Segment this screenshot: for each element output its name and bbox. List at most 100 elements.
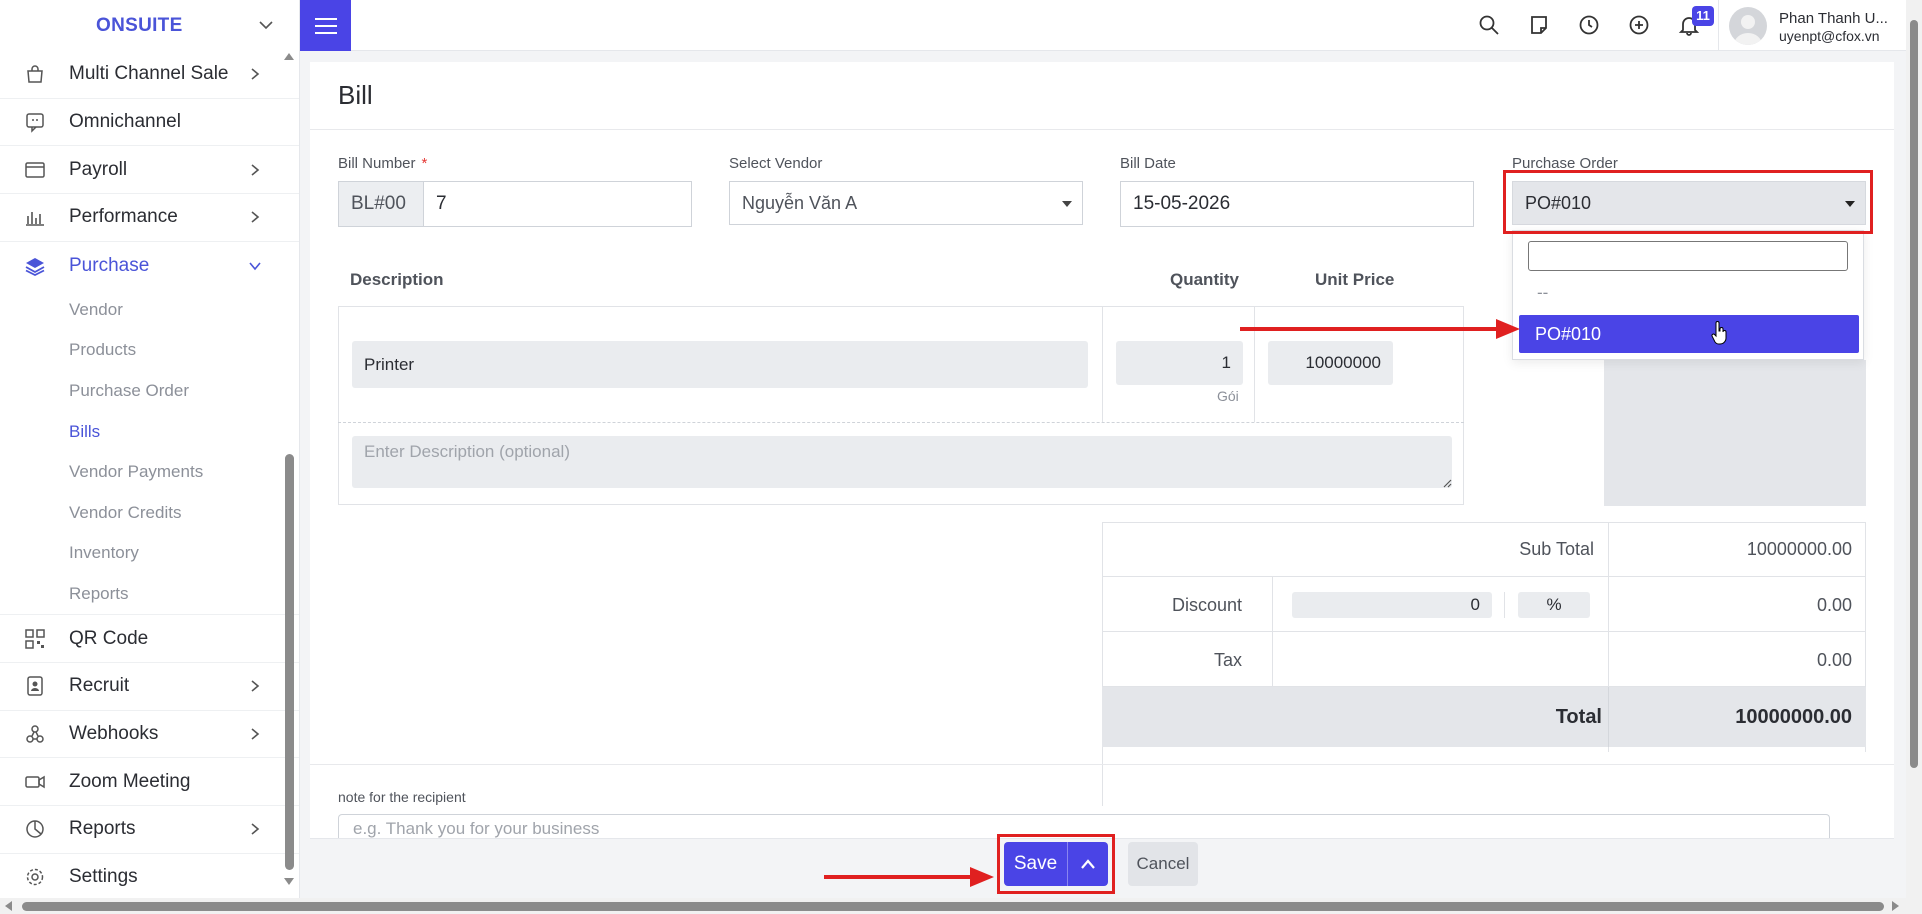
divider	[1254, 306, 1255, 422]
dropdown-search-input[interactable]	[1528, 241, 1848, 271]
note-icon[interactable]	[1528, 14, 1550, 36]
sidebar-item-recruit[interactable]: Recruit	[0, 663, 299, 711]
sidebar-item-label: Zoom Meeting	[69, 770, 191, 792]
sidebar-subitem-reports[interactable]: Reports	[0, 574, 299, 615]
bill-number-label-text: Bill Number	[338, 155, 416, 172]
menu-icon	[314, 17, 337, 20]
discount-row: Discount 0 % 0.00	[1102, 577, 1866, 632]
bill-number-label: Bill Number *	[338, 155, 427, 172]
sidebar-subitem-products[interactable]: Products	[0, 330, 299, 371]
vendor-select[interactable]: Nguyễn Văn A	[729, 181, 1083, 225]
total-row: Total 10000000.00	[1102, 687, 1866, 747]
cancel-button[interactable]: Cancel	[1128, 842, 1198, 886]
item-extra-description-textarea[interactable]: Enter Description (optional)	[352, 436, 1452, 488]
sidebar-item-zoom-meeting[interactable]: Zoom Meeting	[0, 758, 299, 806]
resize-handle-icon[interactable]	[1442, 478, 1452, 488]
chevron-down-icon[interactable]	[258, 17, 274, 33]
chevron-down-icon	[249, 262, 261, 270]
discount-unit-select[interactable]: %	[1518, 592, 1590, 618]
sidebar-item-label: Performance	[69, 206, 178, 228]
chat-icon	[26, 113, 44, 133]
chevron-right-icon	[251, 68, 260, 80]
dropdown-option-label: PO#010	[1535, 323, 1602, 344]
sidebar-scrollbar[interactable]	[282, 52, 296, 888]
top-bar: 11 Phan Thanh U... uyenpt@cfox.vn	[300, 0, 1906, 51]
divider	[1608, 687, 1609, 747]
page-horizontal-scrollbar[interactable]	[0, 898, 1922, 914]
sidebar-subitem-bills[interactable]: Bills	[0, 411, 299, 452]
discount-value: 0.00	[1816, 595, 1852, 615]
sidebar-item-omnichannel[interactable]: Omnichannel	[0, 99, 299, 147]
add-circle-icon[interactable]	[1628, 14, 1650, 36]
tax-value: 0.00	[1816, 650, 1852, 670]
note-placeholder: e.g. Thank you for your business	[353, 819, 600, 838]
dropdown-option-highlighted[interactable]: PO#010	[1519, 315, 1859, 353]
sidebar-item-webhooks[interactable]: Webhooks	[0, 711, 299, 759]
sidebar: ONSUITE Multi Channel Sale Omnichannel P…	[0, 0, 300, 902]
sidebar-subitem-purchase-order[interactable]: Purchase Order	[0, 371, 299, 412]
page-title: Bill	[338, 80, 373, 110]
quantity-unit: Gói	[1217, 388, 1239, 404]
total-label: Total	[1555, 706, 1602, 728]
page-vertical-scrollbar[interactable]	[1906, 0, 1922, 902]
dropdown-option[interactable]: --	[1537, 283, 1548, 303]
menu-icon	[314, 31, 337, 34]
sidebar-subitem-vendor[interactable]: Vendor	[0, 289, 299, 330]
sidebar-item-label: Payroll	[69, 158, 128, 180]
discount-input[interactable]: 0	[1292, 592, 1492, 618]
gear-icon	[26, 869, 44, 886]
vendor-select-value: Nguyễn Văn A	[742, 192, 858, 213]
sidebar-subitem-vendor-credits[interactable]: Vendor Credits	[0, 492, 299, 533]
user-menu[interactable]: Phan Thanh U... uyenpt@cfox.vn	[1718, 0, 1906, 51]
bag-icon	[27, 65, 43, 84]
bill-number-input[interactable]: 7	[423, 181, 692, 227]
required-marker: *	[421, 155, 428, 172]
item-description-input[interactable]: Printer	[352, 341, 1088, 388]
description-header: Description	[350, 270, 444, 289]
chevron-right-icon	[251, 728, 260, 740]
bill-date-input[interactable]: 15-05-2026	[1120, 181, 1474, 227]
divider	[1272, 632, 1273, 687]
sidebar-item-label: Reports	[69, 818, 136, 840]
annotation-arrow	[1240, 327, 1500, 331]
quantity-header: Quantity	[1170, 270, 1239, 289]
annotation-arrow-head	[970, 867, 994, 887]
sidebar-item-performance[interactable]: Performance	[0, 194, 299, 242]
sidebar-item-settings[interactable]: Settings	[0, 854, 299, 902]
sidebar-item-multi-channel-sale[interactable]: Multi Channel Sale	[0, 51, 299, 99]
divider	[310, 764, 1894, 765]
sidebar-item-payroll[interactable]: Payroll	[0, 146, 299, 195]
sidebar-item-reports[interactable]: Reports	[0, 806, 299, 854]
search-icon[interactable]	[1478, 14, 1500, 36]
sidebar-subitem-inventory[interactable]: Inventory	[0, 533, 299, 574]
brand-header[interactable]: ONSUITE	[0, 0, 299, 51]
sidebar-scrollbar-thumb[interactable]	[285, 454, 294, 870]
webhook-icon	[26, 725, 44, 743]
hamburger-menu-button[interactable]	[300, 0, 351, 51]
sub-total-row: Sub Total 10000000.00	[1102, 522, 1866, 577]
sidebar-item-label: QR Code	[69, 627, 149, 649]
sidebar-item-label: Settings	[69, 866, 138, 888]
annotation-arrow	[824, 875, 974, 879]
sidebar-item-label: Purchase	[69, 254, 150, 276]
item-unit-price-input[interactable]: 10000000	[1268, 341, 1393, 385]
user-email: uyenpt@cfox.vn	[1779, 28, 1880, 44]
qr-icon	[25, 628, 45, 649]
annotation-arrow-head	[1496, 319, 1520, 339]
scroll-up-icon[interactable]	[284, 52, 294, 60]
page-horizontal-scrollbar-thumb[interactable]	[22, 902, 1884, 911]
sidebar-item-purchase[interactable]: Purchase	[0, 242, 299, 290]
divider	[310, 129, 1894, 130]
scroll-left-icon[interactable]	[4, 901, 12, 911]
sidebar-item-qr-code[interactable]: QR Code	[0, 615, 299, 663]
sidebar-item-label: Multi Channel Sale	[69, 63, 229, 85]
purchase-order-dropdown: -- PO#010	[1512, 230, 1864, 360]
divider	[1272, 577, 1273, 632]
sidebar-subitem-vendor-payments[interactable]: Vendor Payments	[0, 452, 299, 493]
item-quantity-input[interactable]: 1	[1116, 341, 1243, 385]
page-vertical-scrollbar-thumb[interactable]	[1910, 20, 1918, 768]
sidebar-item-label: Omnichannel	[69, 111, 181, 133]
scroll-down-icon[interactable]	[284, 878, 294, 886]
scroll-right-icon[interactable]	[1892, 901, 1900, 911]
clock-icon[interactable]	[1578, 14, 1600, 36]
